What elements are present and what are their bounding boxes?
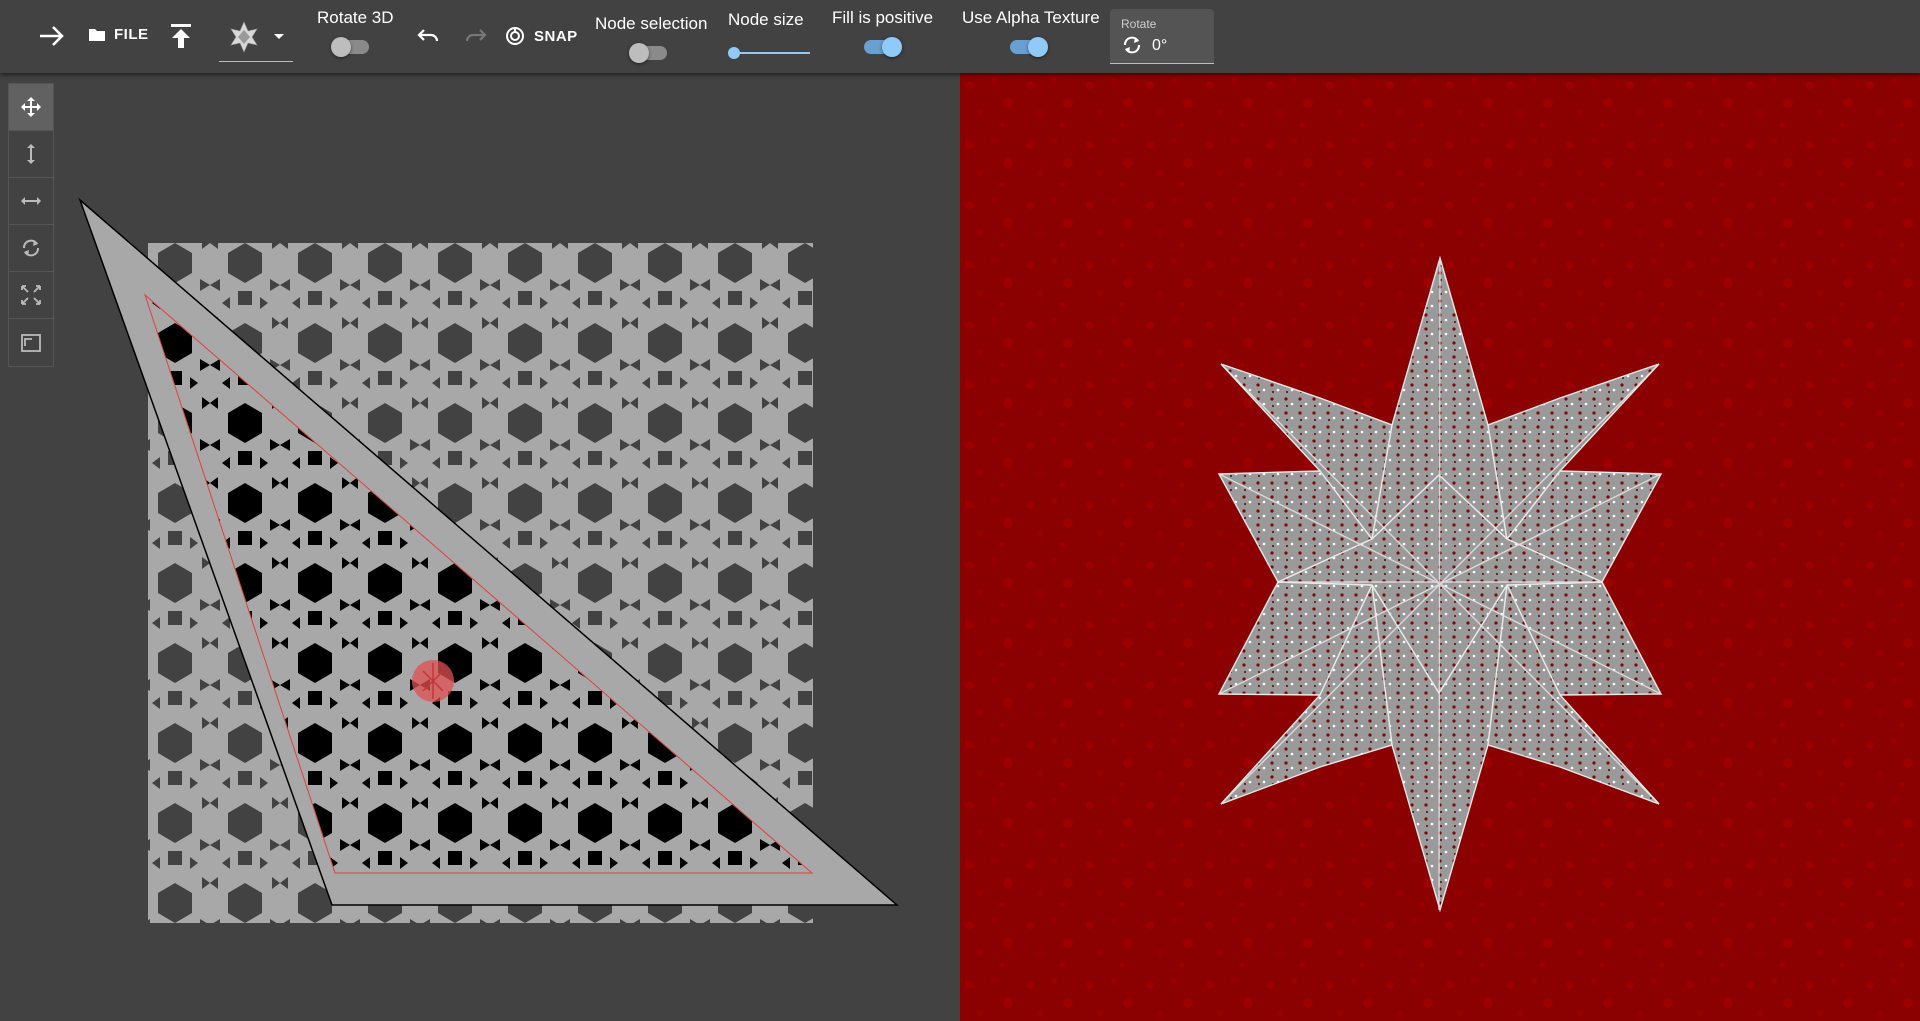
- redo-button[interactable]: [458, 18, 494, 54]
- undo-button[interactable]: [410, 18, 446, 54]
- forward-arrow-button[interactable]: [34, 18, 70, 54]
- pattern-editor-panel[interactable]: [0, 73, 960, 1021]
- folder-icon: [89, 29, 105, 41]
- frame-tool-button[interactable]: [9, 319, 53, 366]
- shape-select[interactable]: [219, 12, 293, 62]
- alpha-texture-switch[interactable]: [1010, 37, 1048, 57]
- node-selection-group: Node selection: [595, 14, 708, 63]
- move-icon: [21, 97, 41, 117]
- arrow-right-icon: [40, 26, 64, 46]
- slider-thumb[interactable]: [728, 47, 740, 59]
- node-selection-label: Node selection: [595, 14, 708, 33]
- scale-horizontal-icon: [21, 197, 41, 205]
- snap-icon: [506, 27, 524, 45]
- node-size-group: Node size: [728, 10, 810, 59]
- pattern-canvas: [78, 197, 900, 923]
- upload-button[interactable]: [163, 18, 199, 54]
- outer-triangle[interactable]: [78, 197, 900, 906]
- rotate3d-switch[interactable]: [331, 37, 369, 57]
- alpha-texture-label: Use Alpha Texture: [962, 8, 1100, 27]
- fill-positive-label: Fill is positive: [832, 8, 934, 27]
- alpha-texture-group: Use Alpha Texture: [962, 8, 1100, 57]
- rotate-caption: Rotate: [1121, 17, 1157, 31]
- scale-vertical-tool-button[interactable]: [9, 131, 53, 178]
- node-marker-cross: [422, 663, 444, 699]
- snap-button[interactable]: SNAP: [505, 26, 578, 46]
- switch-knob: [629, 43, 649, 63]
- fit-icon: [21, 285, 41, 305]
- upload-icon: [171, 24, 191, 48]
- fill-positive-switch[interactable]: [864, 37, 902, 57]
- node-marker[interactable]: [412, 660, 454, 702]
- switch-knob: [1028, 37, 1048, 57]
- star-preview-canvas: [960, 73, 1920, 1021]
- inner-triangle-outline: [143, 293, 814, 874]
- chevron-down-icon: [274, 33, 284, 39]
- rotate-icon: [23, 239, 39, 257]
- move-tool-button[interactable]: [9, 84, 53, 131]
- inner-fill-region: [145, 295, 812, 873]
- rotate3d-label: Rotate 3D: [317, 8, 394, 27]
- rotate-icon: [1124, 36, 1140, 54]
- undo-icon: [417, 29, 439, 42]
- rotate-value: 0°: [1152, 37, 1168, 54]
- switch-knob: [882, 37, 902, 57]
- star-shape-icon: [230, 20, 258, 53]
- toolbar: FILE Rotate 3D SNAP Node selection Node …: [0, 0, 1920, 73]
- frame-icon: [21, 333, 41, 352]
- node-size-label: Node size: [728, 10, 804, 29]
- scale-vertical-icon: [27, 144, 35, 164]
- tile-pattern: [148, 243, 813, 923]
- redo-icon: [465, 29, 487, 42]
- node-size-slider[interactable]: [728, 47, 810, 59]
- file-label: FILE: [114, 26, 149, 43]
- node-selection-switch[interactable]: [629, 43, 667, 63]
- preview-panel[interactable]: [960, 73, 1920, 1021]
- rotate-tool-button[interactable]: [9, 225, 53, 272]
- rotate3d-toggle-group: Rotate 3D: [317, 8, 394, 57]
- file-button[interactable]: FILE: [88, 26, 149, 43]
- fill-positive-group: Fill is positive: [832, 8, 934, 57]
- rotate-field[interactable]: Rotate 0°: [1110, 9, 1214, 64]
- switch-knob: [331, 37, 351, 57]
- scale-horizontal-tool-button[interactable]: [9, 178, 53, 225]
- fit-tool-button[interactable]: [9, 272, 53, 319]
- side-toolbar: [8, 83, 54, 367]
- snap-label: SNAP: [534, 27, 578, 45]
